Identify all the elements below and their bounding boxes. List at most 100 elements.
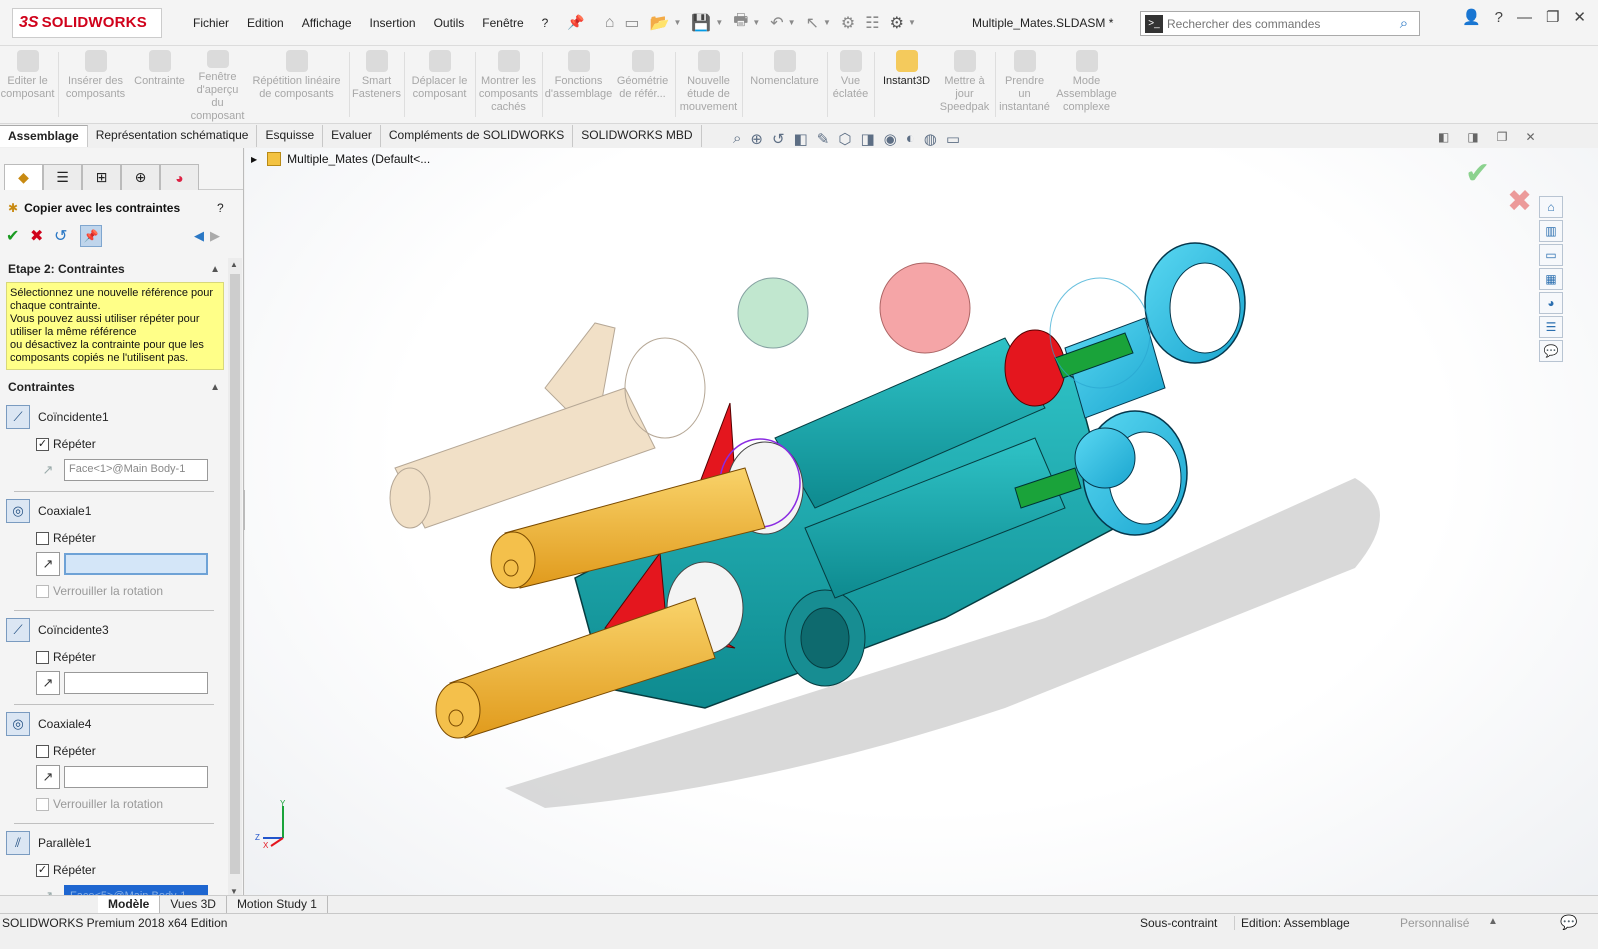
ribbon-button-9[interactable]: Géométrie de référ... [613, 46, 673, 123]
ribbon-button-14[interactable]: Mettre à jour Speedpak [937, 46, 993, 123]
ribbon-button-8[interactable]: Fonctions d'assemblage [545, 46, 613, 123]
appearances-icon[interactable]: ◕ [1539, 292, 1563, 314]
file-explorer-icon[interactable]: ▭ [1539, 244, 1563, 266]
mates-group-header[interactable]: Contraintes ▲ [0, 376, 228, 398]
repeat-checkbox-row[interactable]: ✓ Répéter [36, 433, 228, 455]
ribbon-button-7[interactable]: Montrer les composants cachés [478, 46, 540, 123]
viewport-next-icon[interactable]: ◨ [1467, 130, 1478, 144]
undo-dropdown-icon[interactable]: ▼ [788, 18, 796, 27]
repeat-checkbox[interactable] [36, 744, 49, 758]
repeat-checkbox-row[interactable]: ✓ Répéter [36, 859, 228, 881]
tab-2[interactable]: Esquisse [257, 125, 324, 147]
units-chevron-icon[interactable]: ▲ [1488, 916, 1498, 927]
assembly-model[interactable] [245, 148, 1598, 913]
file-properties-icon[interactable]: ☷ [865, 13, 879, 33]
home-icon[interactable]: ⌂ [605, 14, 615, 32]
undo-arrow-icon[interactable]: ↺ [54, 226, 76, 246]
step-group-header[interactable]: Etape 2: Contraintes ▲ [0, 258, 228, 280]
close-icon[interactable]: ✕ [1573, 8, 1586, 26]
view-settings-icon[interactable]: ▭ [946, 130, 960, 148]
custom-properties-icon[interactable]: ☰ [1539, 316, 1563, 338]
section-view-icon[interactable]: ◧ [794, 130, 808, 148]
repeat-checkbox[interactable]: ✓ [36, 863, 49, 877]
mate-header[interactable]: ◎ Coaxiale4 [6, 711, 228, 737]
repeat-checkbox[interactable]: ✓ [36, 437, 49, 451]
selection-arrow-icon[interactable]: ↗ [36, 765, 60, 789]
ribbon-button-1[interactable]: Insérer des composants [61, 46, 131, 123]
solidworks-logo[interactable]: 3S SOLIDWORKS [12, 7, 162, 38]
forum-icon[interactable]: 💬 [1539, 340, 1563, 362]
zoom-to-fit-icon[interactable]: ⌕ [733, 130, 741, 148]
menu-fenetre[interactable]: Fenêtre [473, 16, 532, 30]
comment-icon[interactable]: 💬 [1560, 914, 1577, 931]
cancel-x-icon[interactable]: ✖ [30, 226, 50, 246]
expand-triangle-icon[interactable]: ▶ [251, 155, 257, 164]
next-arrow-icon[interactable]: ▶ [210, 228, 220, 244]
feature-tree-root[interactable]: ▶ Multiple_Mates (Default<... [251, 152, 430, 166]
options-dropdown-icon[interactable]: ▼ [908, 18, 916, 27]
selection-arrow-icon[interactable]: ↗ [36, 671, 60, 695]
tab-configuration-icon[interactable]: ⊞ [82, 164, 121, 190]
repeat-checkbox-row[interactable]: Répéter [36, 646, 228, 668]
bottom-tab-2[interactable]: Motion Study 1 [227, 896, 328, 913]
ribbon-button-3[interactable]: Fenêtre d'aperçu du composant [189, 46, 247, 123]
search-input[interactable] [1167, 16, 1389, 31]
minimize-icon[interactable]: — [1517, 9, 1532, 26]
menu-edition[interactable]: Edition [238, 16, 293, 30]
mate-header[interactable]: ⟋ Coïncidente3 [6, 617, 228, 643]
restore-icon[interactable]: ❐ [1546, 8, 1559, 26]
selection-field[interactable] [64, 766, 208, 788]
pm-scrollbar[interactable]: ▲ ▼ [228, 258, 242, 898]
ribbon-button-10[interactable]: Nouvelle étude de mouvement [678, 46, 740, 123]
save-dropdown-icon[interactable]: ▼ [715, 18, 723, 27]
display-style-icon[interactable]: ◨ [860, 130, 874, 148]
graphics-area[interactable]: ▶ Multiple_Mates (Default<... ✔ ✖ ⌂ ▥ ▭ … [245, 148, 1598, 913]
zoom-area-icon[interactable]: ⊕ [750, 130, 763, 148]
selection-arrow-icon[interactable]: ↗ [36, 552, 60, 576]
task-home-icon[interactable]: ⌂ [1539, 196, 1563, 218]
ribbon-button-5[interactable]: Smart Fasteners [352, 46, 402, 123]
repeat-checkbox-row[interactable]: Répéter [36, 527, 228, 549]
print-icon[interactable]: 🖶 [733, 9, 748, 36]
back-arrow-icon[interactable]: ◀ [194, 228, 204, 244]
apply-scene-icon[interactable]: ◍ [924, 130, 937, 148]
tab-feature-tree-icon[interactable]: ☰ [43, 164, 82, 190]
units-custom[interactable]: Personnalisé [1400, 916, 1469, 930]
repeat-checkbox[interactable] [36, 650, 49, 664]
new-document-icon[interactable]: ▭ [624, 13, 639, 33]
menu-help[interactable]: ? [533, 16, 558, 30]
mate-header[interactable]: ⫽ Parallèle1 [6, 830, 228, 856]
undo-icon[interactable]: ↶ [770, 13, 783, 33]
open-dropdown-icon[interactable]: ▼ [673, 18, 681, 27]
selection-field[interactable] [64, 553, 208, 575]
ribbon-button-13[interactable]: Instant3D [877, 46, 937, 123]
menu-fichier[interactable]: Fichier [184, 16, 238, 30]
previous-view-icon[interactable]: ↺ [772, 130, 785, 148]
options-gear-icon[interactable]: ⚙ [890, 13, 904, 33]
tab-dimxpert-icon[interactable]: ⊕ [121, 164, 160, 190]
collapse-chevron-icon[interactable]: ▲ [210, 264, 220, 275]
ribbon-button-16[interactable]: Mode Assemblage complexe [1052, 46, 1122, 123]
scroll-up-icon[interactable]: ▲ [230, 260, 238, 269]
menu-outils[interactable]: Outils [425, 16, 474, 30]
scroll-thumb[interactable] [230, 274, 240, 874]
selection-arrow-icon[interactable]: ↗ [36, 458, 60, 482]
ribbon-button-6[interactable]: Déplacer le composant [407, 46, 473, 123]
help-icon[interactable]: ? [1495, 9, 1503, 26]
collapse-chevron-icon[interactable]: ▲ [210, 382, 220, 393]
menu-insertion[interactable]: Insertion [361, 16, 425, 30]
ribbon-button-12[interactable]: Vue éclatée [830, 46, 872, 123]
pm-help-icon[interactable]: ? [217, 201, 224, 215]
hide-show-icon[interactable]: ◉ [884, 130, 897, 148]
tab-4[interactable]: Compléments de SOLIDWORKS [381, 125, 574, 147]
menu-affichage[interactable]: Affichage [293, 16, 361, 30]
viewport-restore-icon[interactable]: ❐ [1497, 130, 1508, 144]
search-icon[interactable]: ⌕ [1389, 15, 1419, 32]
viewport-prev-icon[interactable]: ◧ [1438, 130, 1449, 144]
selection-field[interactable]: Face<1>@Main Body-1 [64, 459, 208, 481]
tab-1[interactable]: Représentation schématique [88, 125, 258, 147]
pin-menu-icon[interactable]: 📌 [567, 14, 584, 31]
mate-header[interactable]: ⟋ Coïncidente1 [6, 404, 228, 430]
open-icon[interactable]: 📂 [650, 13, 670, 33]
ribbon-button-11[interactable]: Nomenclature [745, 46, 825, 123]
